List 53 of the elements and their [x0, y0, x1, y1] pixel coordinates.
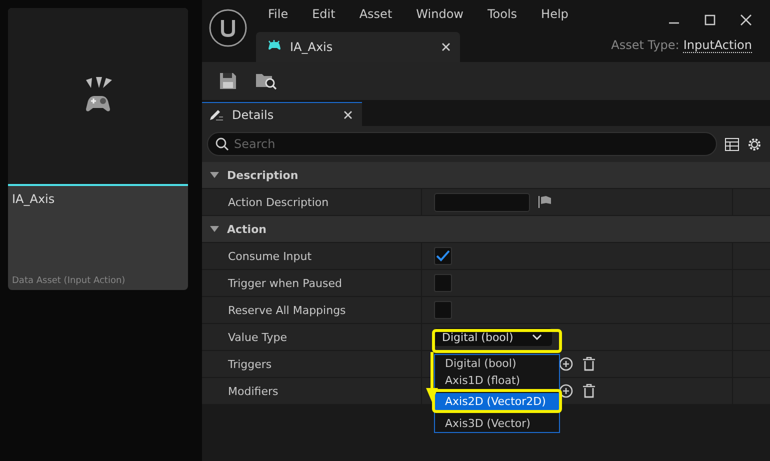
- flag-icon[interactable]: [538, 195, 552, 209]
- menu-item[interactable]: File: [256, 7, 300, 21]
- save-icon[interactable]: [219, 72, 237, 90]
- menu-item[interactable]: Asset: [347, 7, 404, 21]
- property-name: Triggers: [202, 351, 422, 377]
- asset-card[interactable]: IA_Axis Data Asset (Input Action): [8, 8, 188, 290]
- asset-type-label: Data Asset (Input Action): [12, 276, 126, 286]
- pencil-icon: [208, 108, 224, 122]
- trash-icon[interactable]: [583, 357, 595, 371]
- tab-label: IA_Axis: [290, 40, 334, 54]
- tab-label: Details: [232, 108, 275, 122]
- close-icon[interactable]: [344, 110, 352, 118]
- details-tab[interactable]: Details: [202, 102, 362, 126]
- dropdown-option[interactable]: Axis2D (Vector2D): [435, 393, 559, 411]
- property-name: Value Type: [202, 324, 422, 350]
- category-header[interactable]: Description: [202, 162, 770, 189]
- menu-item[interactable]: Window: [404, 7, 476, 21]
- checkbox[interactable]: [434, 301, 452, 319]
- asset-type-link[interactable]: InputAction: [683, 38, 752, 53]
- search-field[interactable]: Search: [207, 132, 717, 156]
- property-name: Reserve All Mappings: [202, 297, 422, 323]
- add-icon[interactable]: [559, 384, 573, 398]
- category-header[interactable]: Action: [202, 216, 770, 243]
- search-icon: [215, 137, 229, 151]
- chevron-down-icon: [532, 334, 542, 340]
- property-name: Modifiers: [202, 378, 422, 404]
- engine-logo-icon: [208, 8, 248, 48]
- text-input-field[interactable]: [434, 192, 530, 212]
- trash-icon[interactable]: [583, 384, 595, 398]
- property-name: Trigger when Paused: [202, 270, 422, 296]
- asset-type-caption: Asset Type:: [611, 38, 680, 52]
- menu-item[interactable]: Help: [529, 7, 580, 21]
- close-icon[interactable]: [442, 43, 450, 51]
- checkbox[interactable]: [434, 247, 452, 265]
- expand-triangle-icon[interactable]: [210, 226, 219, 232]
- close-icon[interactable]: [740, 14, 752, 26]
- menu-item[interactable]: Edit: [300, 7, 348, 21]
- checkbox[interactable]: [434, 274, 452, 292]
- settings-icon[interactable]: [747, 136, 762, 152]
- folder-search-icon[interactable]: [255, 72, 277, 90]
- menu-item[interactable]: Tools: [475, 7, 530, 21]
- dropdown-option[interactable]: Axis3D (Vector): [439, 415, 559, 432]
- arrow-annotation: [426, 352, 438, 402]
- add-icon[interactable]: [559, 357, 573, 371]
- dropdown-option[interactable]: Axis1D (float): [439, 372, 559, 389]
- property-name: Action Description: [202, 189, 422, 215]
- table-icon[interactable]: [725, 138, 739, 150]
- document-tab[interactable]: IA_Axis: [256, 32, 460, 62]
- asset-name: IA_Axis: [12, 192, 56, 206]
- property-name: Consume Input: [202, 243, 422, 269]
- expand-triangle-icon[interactable]: [210, 172, 219, 178]
- maximize-icon[interactable]: [704, 14, 716, 26]
- dropdown-option[interactable]: Digital (bool): [439, 355, 559, 372]
